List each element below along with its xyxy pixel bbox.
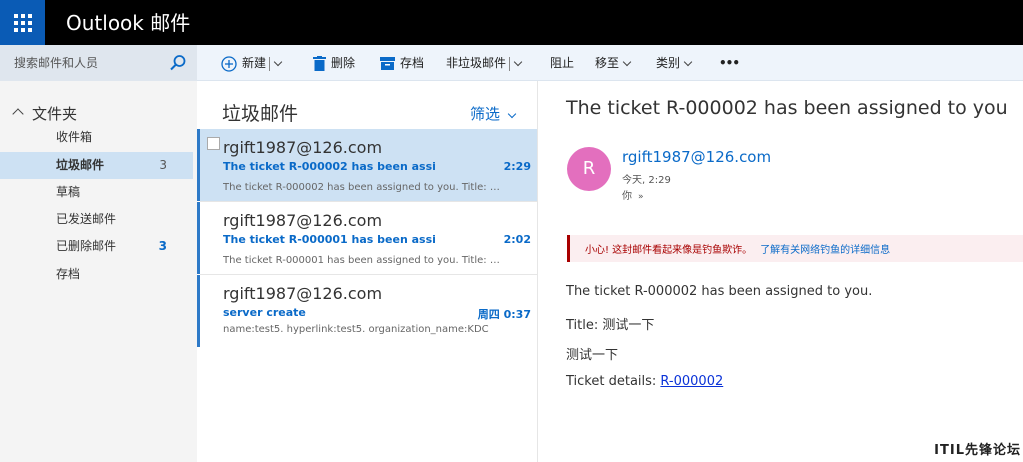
delete-button[interactable]: 删除 (313, 45, 355, 81)
message-subject: The ticket R-000001 has been assigned to… (223, 233, 435, 246)
folder-label: 已发送邮件 (56, 212, 117, 226)
reading-pane: The ticket R-000002 has been assigned to… (539, 81, 1023, 462)
ticket-details-line: Ticket details: R-000002 (566, 374, 723, 389)
body-line: Title: 测试一下 (566, 318, 655, 333)
message-item[interactable]: rgift1987@126.com The ticket R-000001 ha… (197, 202, 537, 274)
category-button[interactable]: 类别 (656, 45, 693, 81)
body-line: 测试一下 (566, 348, 619, 363)
body-line: The ticket R-000002 has been assigned to… (566, 284, 873, 299)
delete-label: 删除 (331, 56, 356, 70)
folders-header-label: 文件夹 (32, 105, 78, 123)
not-junk-label: 非垃圾邮件 (446, 56, 507, 70)
message-preview: The ticket R-000001 has been assigned to… (223, 255, 503, 266)
chevron-up-icon (12, 108, 24, 120)
command-bar: 新建 删除 存档 非垃圾邮件 阻止 移至 类别 ••• (197, 45, 1023, 81)
sender-address[interactable]: rgift1987@126.com (622, 148, 771, 166)
message-time: 2:29 (503, 160, 531, 173)
filter-label: 筛选 (469, 105, 500, 123)
folder-junk[interactable]: 垃圾邮件 3 (0, 152, 193, 179)
message-subject: server create (223, 306, 306, 319)
expand-recipients-icon[interactable]: » (638, 192, 644, 202)
chevron-down-icon (507, 109, 517, 119)
separator (509, 56, 511, 71)
move-to-label: 移至 (595, 56, 620, 70)
chevron-down-icon[interactable] (513, 57, 523, 67)
search-box (0, 45, 197, 81)
chevron-down-icon (622, 57, 632, 67)
block-label: 阻止 (550, 56, 575, 70)
warning-message: 小心! 这封邮件看起来像是钓鱼欺诈。 了解有关网络钓鱼的详细信息 (585, 241, 890, 256)
message-list: 垃圾邮件 筛选 rgift1987@126.com The ticket R-0… (197, 81, 538, 462)
message-subject: The ticket R-000002 has been assigned to… (223, 160, 435, 173)
message-sender: rgift1987@126.com (223, 138, 383, 157)
message-subject-heading: The ticket R-000002 has been assigned to… (566, 97, 1008, 119)
move-to-button[interactable]: 移至 (595, 45, 632, 81)
not-junk-button[interactable]: 非垃圾邮件 (446, 45, 523, 81)
avatar[interactable]: R (567, 147, 611, 191)
search-icon[interactable] (169, 54, 187, 72)
list-title: 垃圾邮件 (222, 103, 299, 125)
app-launcher-icon[interactable] (0, 0, 45, 45)
archive-label: 存档 (400, 56, 425, 70)
message-time: 周四 0:37 (477, 308, 531, 321)
plus-circle-icon (221, 55, 237, 72)
folder-label: 草稿 (56, 185, 81, 199)
separator (269, 56, 271, 71)
message-preview: The ticket R-000002 has been assigned to… (223, 182, 503, 193)
folder-label: 存档 (56, 267, 81, 281)
received-time: 今天, 2:29 (622, 175, 671, 186)
unread-count: 3 (158, 239, 167, 253)
folder-pane: 文件夹 收件箱 垃圾邮件 3 草稿 已发送邮件 已删除邮件 3 存档 (0, 81, 197, 462)
phishing-info-link[interactable]: 了解有关网络钓鱼的详细信息 (760, 245, 890, 256)
trash-icon (313, 56, 326, 71)
warning-text: 小心! 这封邮件看起来像是钓鱼欺诈。 (585, 245, 753, 256)
folder-drafts[interactable]: 草稿 (0, 179, 193, 206)
chevron-down-icon[interactable] (273, 57, 283, 67)
archive-icon (380, 57, 395, 70)
message-sender: rgift1987@126.com (223, 211, 383, 230)
outlook-window: Outlook 邮件 新建 删除 (0, 0, 1023, 462)
folder-deleted[interactable]: 已删除邮件 3 (0, 233, 193, 260)
message-item[interactable]: rgift1987@126.com The ticket R-000002 ha… (197, 129, 537, 201)
new-label: 新建 (242, 56, 267, 70)
ticket-details-label: Ticket details: (566, 374, 661, 389)
category-label: 类别 (656, 56, 681, 70)
message-sender: rgift1987@126.com (223, 284, 383, 303)
folder-sent[interactable]: 已发送邮件 (0, 206, 193, 233)
watermark: ITIL先锋论坛 (934, 443, 1021, 458)
folder-label: 收件箱 (56, 130, 93, 144)
folder-label: 已删除邮件 (56, 239, 117, 253)
search-input[interactable] (14, 45, 164, 81)
recipient: 你» (622, 187, 644, 202)
ticket-link[interactable]: R-000002 (660, 374, 723, 389)
recipient-label: 你 (622, 191, 632, 202)
message-preview: name:test5. hyperlink:test5. organizatio… (223, 324, 489, 335)
select-checkbox[interactable] (207, 137, 220, 150)
folder-inbox[interactable]: 收件箱 (0, 124, 193, 151)
phishing-warning-banner: 小心! 这封邮件看起来像是钓鱼欺诈。 了解有关网络钓鱼的详细信息 (567, 235, 1023, 262)
archive-button[interactable]: 存档 (380, 45, 424, 81)
new-button[interactable]: 新建 (221, 45, 283, 81)
chevron-down-icon (683, 57, 693, 67)
folder-label: 垃圾邮件 (56, 158, 105, 172)
message-time: 2:02 (503, 233, 531, 246)
folder-archive[interactable]: 存档 (0, 261, 193, 288)
message-item[interactable]: rgift1987@126.com server create 周四 0:37 … (197, 275, 537, 347)
folders-header[interactable]: 文件夹 (12, 103, 78, 124)
top-bar: Outlook 邮件 (0, 0, 1023, 45)
app-title: Outlook 邮件 (66, 11, 191, 35)
more-options-button[interactable]: ••• (719, 45, 740, 81)
block-button[interactable]: 阻止 (550, 45, 574, 81)
filter-button[interactable]: 筛选 (469, 103, 517, 124)
unread-count: 3 (159, 158, 167, 172)
more-options-icon: ••• (719, 56, 740, 70)
